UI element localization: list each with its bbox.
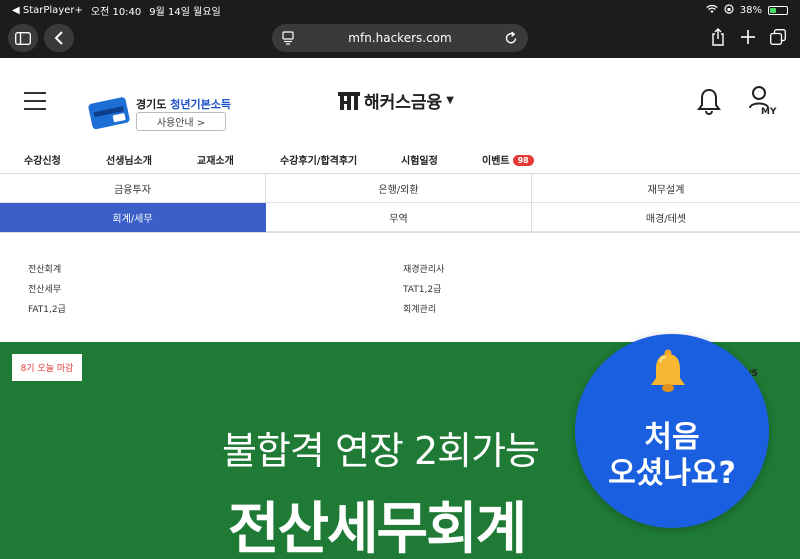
nav-item-events-label: 이벤트 bbox=[482, 156, 510, 167]
back-button[interactable] bbox=[44, 24, 74, 52]
back-icon bbox=[54, 31, 63, 45]
back-to-app-link[interactable]: ◀ StarPlayer+ bbox=[12, 5, 83, 16]
category-grid: 금융투자 은행/외환 재무설계 회계/세무 무역 매경/테셋 bbox=[0, 173, 800, 233]
bell-icon bbox=[651, 349, 685, 392]
category-mk-tesat[interactable]: 매경/테셋 bbox=[532, 203, 800, 232]
category-trade[interactable]: 무역 bbox=[266, 203, 532, 232]
subcategory-item[interactable]: 회계관리 bbox=[403, 302, 436, 315]
bell-icon[interactable] bbox=[694, 86, 724, 116]
tabs-icon[interactable] bbox=[770, 29, 786, 45]
category-financial-planning[interactable]: 재무설계 bbox=[532, 174, 800, 203]
banner-title: 전산세무회계 bbox=[228, 497, 527, 559]
event-count-badge: 98 bbox=[512, 155, 534, 166]
subcategory-item[interactable]: 전산세무 bbox=[28, 282, 61, 295]
banner-subtitle: 불합격 연장 2회가능 bbox=[222, 429, 540, 473]
battery-icon bbox=[768, 5, 788, 15]
menu-icon[interactable] bbox=[24, 92, 46, 110]
hackers-logo-icon bbox=[338, 91, 360, 110]
nav-item-exam-schedule[interactable]: 시험일정 bbox=[401, 152, 438, 167]
address-bar[interactable]: mfn.hackers.com bbox=[272, 24, 528, 52]
nav-item-enroll[interactable]: 수강신청 bbox=[24, 152, 61, 167]
category-banking-forex[interactable]: 은행/외환 bbox=[266, 174, 532, 203]
nav-item-teachers[interactable]: 선생님소개 bbox=[106, 152, 152, 167]
sidebar-icon bbox=[15, 31, 31, 45]
category-financial-investment[interactable]: 금융투자 bbox=[0, 174, 266, 203]
svg-text:MY: MY bbox=[761, 107, 777, 116]
subcategory-item[interactable]: 재경관리사 bbox=[403, 262, 444, 275]
status-date: 9월 14일 월요일 bbox=[149, 6, 221, 18]
card-icon bbox=[88, 97, 130, 130]
browser-toolbar: mfn.hackers.com bbox=[0, 20, 800, 58]
main-nav: 수강신청 선생님소개 교재소개 수강후기/합격후기 시험일정 이벤트 98 bbox=[0, 148, 800, 172]
orientation-lock-icon bbox=[724, 3, 734, 17]
status-time: 오전 10:40 bbox=[90, 6, 142, 18]
subcategory-item[interactable]: FAT1,2급 bbox=[28, 302, 66, 315]
url-text: mfn.hackers.com bbox=[348, 31, 452, 45]
reader-icon[interactable] bbox=[282, 31, 294, 45]
promo-region: 경기도 bbox=[136, 98, 167, 111]
reload-icon[interactable] bbox=[505, 31, 518, 45]
promo-highlight: 청년기본소득 bbox=[170, 98, 231, 111]
nav-item-events[interactable]: 이벤트 98 bbox=[482, 152, 534, 167]
battery-percent: 38% bbox=[739, 4, 762, 16]
nav-item-textbooks[interactable]: 교재소개 bbox=[197, 152, 234, 167]
sidebar-button[interactable] bbox=[8, 24, 38, 52]
nav-item-reviews[interactable]: 수강후기/합격후기 bbox=[280, 152, 357, 167]
bubble-line-2: 오셨나요? bbox=[608, 456, 736, 491]
promo-title: 경기도 청년기본소득 bbox=[136, 96, 231, 112]
status-bar: ◀ StarPlayer+ 오전 10:40 9월 14일 월요일 38% bbox=[0, 0, 800, 20]
my-page-icon[interactable]: MY bbox=[748, 84, 778, 116]
logo-text: 해커스금융 bbox=[364, 93, 443, 113]
subcategory-item[interactable]: 전산회계 bbox=[28, 262, 61, 275]
category-accounting-tax[interactable]: 회계/세무 bbox=[0, 203, 266, 232]
subcategory-item[interactable]: TAT1,2급 bbox=[403, 282, 441, 295]
usage-guide-button[interactable]: 사용안내 > bbox=[136, 112, 226, 131]
site-logo[interactable]: 해커스금융 ▼ bbox=[338, 88, 454, 113]
add-tab-icon[interactable] bbox=[741, 30, 755, 44]
first-visit-bubble[interactable]: 처음 오셨나요? bbox=[575, 334, 769, 528]
share-icon[interactable] bbox=[711, 28, 725, 46]
battery-level bbox=[770, 7, 776, 13]
wifi-icon bbox=[706, 4, 718, 17]
deadline-tag: 8기 오늘 마감 bbox=[12, 354, 82, 381]
logo-dropdown-caret[interactable]: ▼ bbox=[446, 95, 454, 106]
